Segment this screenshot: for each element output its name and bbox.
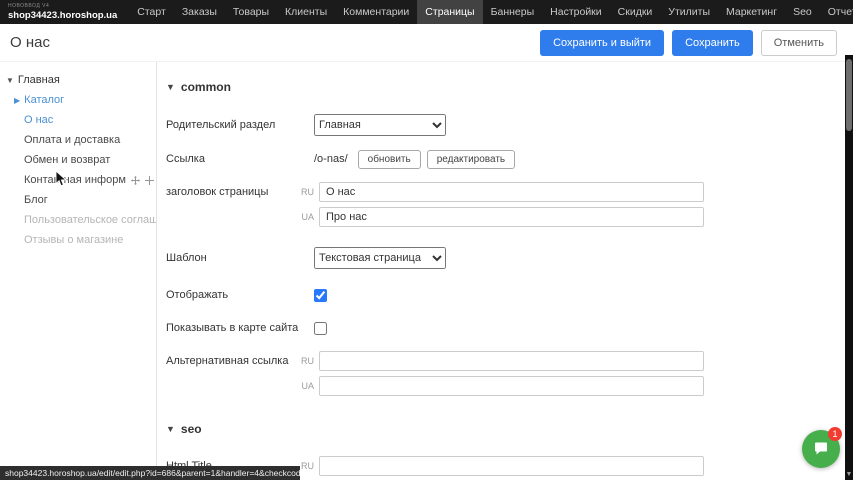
lang-ru-label: RU [298, 182, 314, 202]
page-header: О нас Сохранить и выйти Сохранить Отмени… [0, 24, 853, 62]
menu-item-seo[interactable]: Seo [785, 0, 820, 24]
lang-ua-label: UA [298, 207, 314, 227]
cancel-button[interactable]: Отменить [761, 30, 837, 56]
page-title-ru-input[interactable] [319, 182, 704, 202]
menu-item-clients[interactable]: Клиенты [277, 0, 335, 24]
menu-item-comments[interactable]: Комментарии [335, 0, 417, 24]
topbar: НОВОВВОД V4 shop34423.horoshop.ua Старт … [0, 0, 853, 24]
app-logo[interactable]: НОВОВВОД V4 shop34423.horoshop.ua [0, 2, 129, 23]
status-url-bar: shop34423.horoshop.ua/edit/edit.php?id=6… [0, 466, 300, 480]
sidebar-item-contacts[interactable]: Контактная информ ⚙ [0, 170, 156, 190]
vertical-scrollbar[interactable]: ▼ [845, 55, 853, 480]
parent-section-label: Родительский раздел [166, 115, 314, 135]
sidebar-item-label: Обмен и возврат [24, 154, 110, 166]
logo-version-label: НОВОВВОД V4 [8, 4, 117, 9]
sidebar-item-label: Оплата и доставка [24, 134, 120, 146]
sidebar-item-label: Каталог [24, 94, 64, 106]
sidebar-item-user-agreement[interactable]: Пользовательское соглашение [0, 210, 156, 230]
parent-section-select[interactable]: Главная [314, 114, 446, 136]
tree-item-actions: ⚙ [131, 175, 156, 185]
alt-link-ru-input[interactable] [319, 351, 704, 371]
caret-right-icon: ▶ [14, 96, 20, 105]
lang-ru-label: RU [298, 456, 314, 476]
section-seo-label: seo [181, 422, 202, 436]
caret-down-icon: ▼ [6, 76, 14, 85]
page-edit-form: ▼ common Родительский раздел Главная Ссы… [158, 62, 845, 480]
scroll-down-icon[interactable]: ▼ [845, 471, 853, 478]
link-value: /o-nas/ [314, 153, 348, 165]
sidebar-item-label: О нас [24, 114, 53, 126]
pages-tree-sidebar: ▼ Главная ▶ Каталог О нас Оплата и доста… [0, 62, 157, 480]
sidebar-item-label: Отзывы о магазине [24, 234, 123, 246]
section-seo-header[interactable]: ▼ seo [166, 422, 845, 436]
sidebar-item-about[interactable]: О нас [0, 110, 156, 130]
alt-link-ua-input[interactable] [319, 376, 704, 396]
menu-item-settings[interactable]: Настройки [542, 0, 610, 24]
save-and-exit-button[interactable]: Сохранить и выйти [540, 30, 664, 56]
alt-link-label: Альтернативная ссылка [166, 351, 298, 371]
display-label: Отображать [166, 285, 314, 305]
menu-item-pages[interactable]: Страницы [417, 0, 482, 24]
chat-widget-button[interactable]: 1 [802, 430, 840, 468]
sidebar-item-main[interactable]: ▼ Главная [0, 70, 156, 90]
menu-item-reports[interactable]: Отчеты [820, 0, 853, 24]
page-title-ua-input[interactable] [319, 207, 704, 227]
add-page-icon[interactable] [145, 176, 154, 185]
page-title-field-label: заголовок страницы [166, 182, 298, 202]
save-button[interactable]: Сохранить [672, 30, 753, 56]
sidebar-item-exchange-return[interactable]: Обмен и возврат [0, 150, 156, 170]
html-title-ru-input[interactable] [319, 456, 704, 476]
main-menu: Старт Заказы Товары Клиенты Комментарии … [129, 0, 853, 24]
scrollbar-thumb[interactable] [846, 59, 852, 131]
chat-bubble-icon [812, 440, 830, 458]
sidebar-item-payment-delivery[interactable]: Оплата и доставка [0, 130, 156, 150]
link-label: Ссылка [166, 149, 314, 169]
link-edit-button[interactable]: редактировать [427, 150, 515, 169]
sidebar-item-blog[interactable]: Блог [0, 190, 156, 210]
sitemap-label: Показывать в карте сайта [166, 318, 314, 338]
lang-ua-label: UA [298, 376, 314, 396]
chat-unread-badge: 1 [828, 427, 842, 441]
caret-down-icon: ▼ [166, 424, 175, 434]
menu-item-start[interactable]: Старт [129, 0, 174, 24]
sidebar-item-label: Контактная информ [24, 174, 126, 186]
move-icon[interactable] [131, 176, 140, 185]
menu-item-utilities[interactable]: Утилиты [660, 0, 718, 24]
page-title: О нас [0, 34, 50, 51]
lang-ru-label: RU [298, 351, 314, 371]
template-select[interactable]: Текстовая страница [314, 247, 446, 269]
menu-item-marketing[interactable]: Маркетинг [718, 0, 785, 24]
link-refresh-button[interactable]: обновить [358, 150, 421, 169]
section-common-label: common [181, 80, 231, 94]
menu-item-banners[interactable]: Баннеры [483, 0, 543, 24]
sidebar-item-catalog[interactable]: ▶ Каталог [0, 90, 156, 110]
sidebar-item-reviews[interactable]: Отзывы о магазине [0, 230, 156, 250]
sidebar-item-label: Пользовательское соглашение [24, 214, 156, 226]
sidebar-item-label: Главная [18, 74, 60, 86]
menu-item-products[interactable]: Товары [225, 0, 277, 24]
caret-down-icon: ▼ [166, 82, 175, 92]
shop-domain-label: shop34423.horoshop.ua [8, 11, 117, 21]
menu-item-discounts[interactable]: Скидки [610, 0, 661, 24]
sitemap-checkbox[interactable] [314, 322, 327, 335]
display-checkbox[interactable] [314, 289, 327, 302]
menu-item-orders[interactable]: Заказы [174, 0, 225, 24]
sidebar-item-label: Блог [24, 194, 48, 206]
section-common-header[interactable]: ▼ common [166, 80, 845, 94]
template-label: Шаблон [166, 248, 314, 268]
